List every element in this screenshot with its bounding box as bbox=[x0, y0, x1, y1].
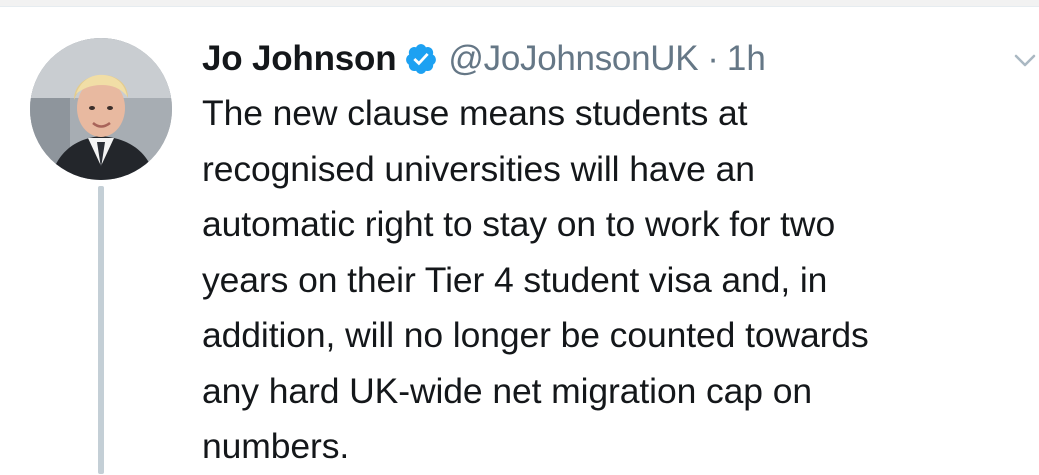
tweet-text-line: The new clause means students at bbox=[202, 93, 748, 133]
thread-connector-line bbox=[98, 186, 104, 474]
tweet-text-line: addition, will no longer be counted towa… bbox=[202, 315, 869, 355]
tweet-header: Jo Johnson @JoJohnsonUK · 1h bbox=[202, 32, 766, 86]
avatar[interactable] bbox=[30, 38, 172, 180]
tweet-text-line: any hard UK-wide net migration cap on bbox=[202, 370, 812, 411]
tweet-text-line: years on their Tier 4 student visa and, … bbox=[202, 259, 828, 300]
tweet-text-line: numbers. bbox=[202, 426, 350, 466]
author-display-name[interactable]: Jo Johnson bbox=[202, 39, 397, 79]
top-divider bbox=[0, 0, 1039, 7]
author-handle[interactable]: @JoJohnsonUK bbox=[448, 39, 698, 79]
avatar-photo bbox=[30, 38, 172, 180]
tweet-text-line: recognised universities will have an bbox=[202, 148, 755, 189]
tweet-timestamp[interactable]: 1h bbox=[727, 39, 766, 79]
header-separator: · bbox=[707, 39, 719, 78]
chevron-down-icon[interactable] bbox=[1014, 54, 1036, 68]
tweet-body: The new clause means students at recogni… bbox=[202, 86, 1022, 475]
verified-badge-icon bbox=[404, 42, 438, 76]
tweet-text-line: automatic right to stay on to work for t… bbox=[202, 204, 836, 244]
